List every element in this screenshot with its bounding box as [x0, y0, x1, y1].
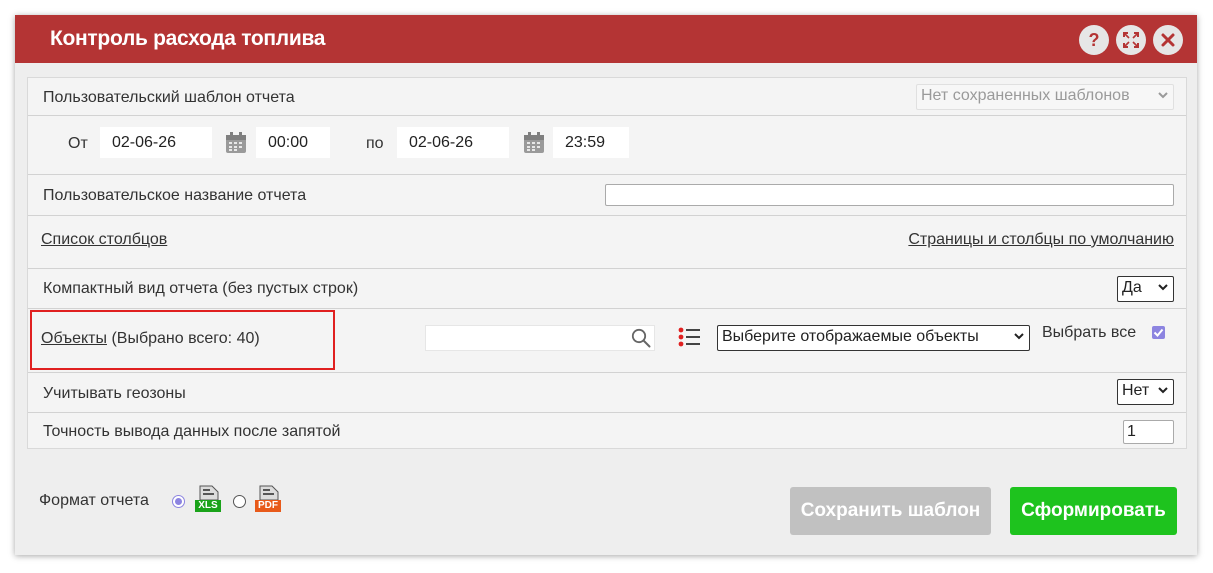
chevron-down-icon [1158, 284, 1168, 291]
fullscreen-button[interactable] [1116, 25, 1146, 55]
period-to-label: по [366, 135, 384, 152]
from-time-input[interactable]: 00:00 [256, 127, 330, 158]
close-button[interactable] [1153, 25, 1183, 55]
template-label: Пользовательский шаблон отчета [43, 89, 295, 106]
close-icon [1161, 33, 1175, 47]
chevron-down-icon [1158, 387, 1168, 394]
period-row: От 02-06-26 00:00 по 02-06-26 23:59 [28, 116, 1186, 175]
calendar-icon[interactable] [225, 132, 247, 154]
compact-label: Компактный вид отчета (без пустых строк) [43, 280, 359, 297]
format-xls-radio[interactable] [172, 495, 185, 508]
report-name-label: Пользовательское название отчета [43, 187, 307, 204]
calendar-icon[interactable] [523, 132, 545, 154]
compact-select[interactable]: Да [1117, 276, 1174, 302]
title-bar: Контроль расхода топлива ? [15, 15, 1197, 63]
period-from-label: От [68, 135, 88, 152]
dialog-title: Контроль расхода топлива [50, 27, 326, 50]
display-objects-select[interactable]: Выберите отображаемые объекты [717, 325, 1030, 351]
xls-text: XLS [198, 500, 218, 511]
compact-select-value: Да [1122, 279, 1142, 296]
compact-row: Компактный вид отчета (без пустых строк)… [28, 269, 1186, 309]
objects-search-input[interactable] [425, 325, 655, 351]
save-template-button[interactable]: Сохранить шаблон [790, 487, 991, 535]
question-icon: ? [1088, 30, 1100, 50]
report-settings-panel: Пользовательский шаблон отчета Нет сохра… [27, 77, 1187, 449]
geozones-label: Учитывать геозоны [43, 385, 186, 402]
columns-list-link[interactable]: Список столбцов [41, 231, 167, 249]
precision-label: Точность вывода данных после запятой [43, 423, 341, 440]
from-date-input[interactable]: 02-06-26 [100, 127, 212, 158]
default-columns-link[interactable]: Страницы и столбцы по умолчанию [908, 231, 1174, 249]
geozones-select[interactable]: Нет [1117, 379, 1174, 405]
display-objects-select-value: Выберите отображаемые объекты [722, 328, 979, 345]
select-all-checkbox[interactable] [1152, 326, 1165, 339]
search-icon[interactable] [631, 328, 651, 348]
to-time-input[interactable]: 23:59 [553, 127, 629, 158]
generate-report-button[interactable]: Сформировать [1010, 487, 1177, 535]
objects-link[interactable]: Объекты [41, 330, 107, 347]
checkmark-icon [1153, 328, 1164, 337]
format-pdf-radio[interactable] [233, 495, 246, 508]
xls-file-icon[interactable]: XLS [194, 485, 222, 513]
template-row: Пользовательский шаблон отчета Нет сохра… [28, 78, 1186, 116]
chevron-down-icon [1158, 92, 1168, 99]
template-select-value: Нет сохраненных шаблонов [921, 87, 1130, 104]
select-all-label: Выбрать все [1042, 324, 1137, 341]
report-name-input[interactable] [605, 184, 1174, 206]
pdf-text: PDF [258, 500, 278, 511]
help-button[interactable]: ? [1079, 25, 1109, 55]
objects-row: Объекты (Выбрано всего: 40) Выберите ото… [28, 309, 1186, 373]
precision-row: Точность вывода данных после запятой 1 [28, 413, 1186, 448]
format-label: Формат отчета [39, 492, 149, 509]
report-name-row: Пользовательское название отчета [28, 174, 1186, 216]
list-icon[interactable] [678, 326, 700, 348]
to-date-input[interactable]: 02-06-26 [397, 127, 509, 158]
radio-dot [175, 498, 182, 505]
precision-input[interactable]: 1 [1123, 420, 1174, 444]
geozones-row: Учитывать геозоны Нет [28, 373, 1186, 413]
geozones-select-value: Нет [1122, 382, 1150, 399]
objects-label-group: Объекты (Выбрано всего: 40) [41, 330, 260, 348]
chevron-down-icon [1014, 333, 1024, 340]
objects-count: (Выбрано всего: 40) [111, 330, 260, 347]
report-dialog: Контроль расхода топлива ? Пользовательс… [15, 15, 1197, 555]
pdf-file-icon[interactable]: PDF [254, 485, 282, 513]
expand-icon [1123, 32, 1139, 48]
columns-row: Список столбцов Страницы и столбцы по ум… [28, 215, 1186, 269]
template-select[interactable]: Нет сохраненных шаблонов [916, 84, 1174, 110]
